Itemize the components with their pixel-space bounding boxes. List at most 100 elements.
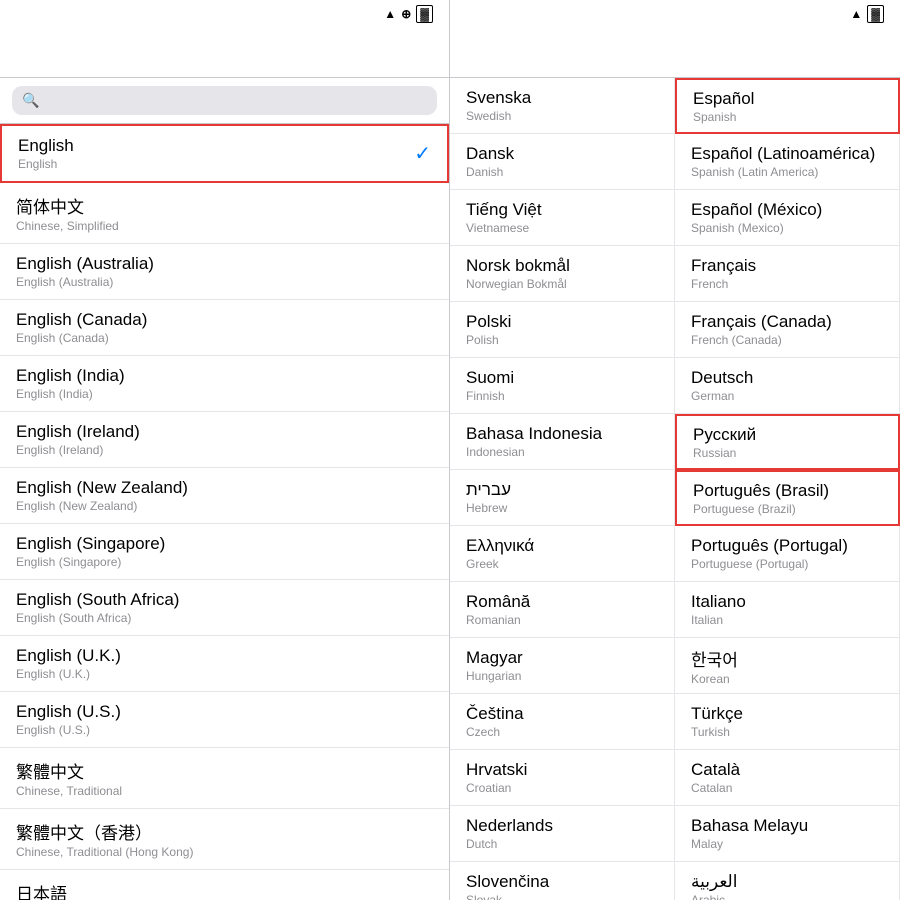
lang-text: English (Ireland) English (Ireland) <box>16 422 140 457</box>
list-item[interactable]: Español (México) Spanish (Mexico) <box>675 190 900 246</box>
status-icons-right: ▲ ▓ <box>850 5 884 23</box>
lang-sub: Finnish <box>466 389 514 403</box>
lang-name: Català <box>691 760 740 780</box>
list-item[interactable]: Bahasa Melayu Malay <box>675 806 900 862</box>
list-item[interactable]: Slovenčina Slovak <box>450 862 675 900</box>
list-item[interactable]: Türkçe Turkish <box>675 694 900 750</box>
list-item[interactable]: Nederlands Dutch <box>450 806 675 862</box>
language-list-right: Svenska Swedish Español Spanish Dansk Da… <box>450 78 900 900</box>
lang-text: Tiếng Việt Vietnamese <box>466 200 542 235</box>
list-item[interactable]: Français (Canada) French (Canada) <box>675 302 900 358</box>
lang-name: Português (Portugal) <box>691 536 848 556</box>
list-item[interactable]: Tiếng Việt Vietnamese <box>450 190 675 246</box>
list-item[interactable]: Hrvatski Croatian <box>450 750 675 806</box>
lock-icon: ⊕ <box>401 7 411 21</box>
lang-text: English (Singapore) English (Singapore) <box>16 534 165 569</box>
lang-text: English (Australia) English (Australia) <box>16 254 154 289</box>
list-item[interactable]: Polski Polish <box>450 302 675 358</box>
list-item[interactable]: 繁體中文 Chinese, Traditional <box>0 748 449 809</box>
list-item[interactable]: Italiano Italian <box>675 582 900 638</box>
list-item[interactable]: Русский Russian <box>675 414 900 470</box>
list-item[interactable]: Català Catalan <box>675 750 900 806</box>
search-box[interactable]: 🔍 <box>12 86 437 115</box>
lang-name: Español (Latinoamérica) <box>691 144 875 164</box>
lang-sub: English (Canada) <box>16 331 147 345</box>
lang-text: 日本語 Japanese <box>16 880 68 900</box>
list-item[interactable]: עברית Hebrew <box>450 470 675 526</box>
lang-name: Deutsch <box>691 368 753 388</box>
lang-sub: Malay <box>691 837 808 851</box>
list-item[interactable]: Română Romanian <box>450 582 675 638</box>
list-item[interactable]: English (U.S.) English (U.S.) <box>0 692 449 748</box>
lang-text: Bahasa Indonesia Indonesian <box>466 424 602 459</box>
list-item[interactable]: Svenska Swedish <box>450 78 675 134</box>
list-item[interactable]: Español Spanish <box>675 78 900 134</box>
list-item[interactable]: Suomi Finnish <box>450 358 675 414</box>
list-item[interactable]: 日本語 Japanese <box>0 870 449 900</box>
lang-sub: Hungarian <box>466 669 523 683</box>
lang-text: Español (México) Spanish (Mexico) <box>691 200 822 235</box>
lang-text: Bahasa Melayu Malay <box>691 816 808 851</box>
lang-text: English English <box>18 136 74 171</box>
lang-sub: Greek <box>466 557 534 571</box>
list-item[interactable]: Deutsch German <box>675 358 900 414</box>
lang-name: Español (México) <box>691 200 822 220</box>
list-item[interactable]: Español (Latinoamérica) Spanish (Latin A… <box>675 134 900 190</box>
lang-text: Português (Brasil) Portuguese (Brazil) <box>693 481 829 516</box>
list-item[interactable]: Português (Brasil) Portuguese (Brazil) <box>675 470 900 526</box>
lang-text: Español Spanish <box>693 89 754 124</box>
lang-text: English (India) English (India) <box>16 366 125 401</box>
list-item[interactable]: Magyar Hungarian <box>450 638 675 694</box>
list-item[interactable]: Bahasa Indonesia Indonesian <box>450 414 675 470</box>
lang-sub: Czech <box>466 725 524 739</box>
list-item[interactable]: Čeština Czech <box>450 694 675 750</box>
lang-name: Svenska <box>466 88 531 108</box>
lang-sub: Arabic <box>691 893 737 900</box>
lang-name: English (U.S.) <box>16 702 121 722</box>
lang-sub: Indonesian <box>466 445 602 459</box>
list-item[interactable]: 한국어 Korean <box>675 638 900 694</box>
battery-icon-right: ▓ <box>867 5 884 23</box>
list-item[interactable]: English (Canada) English (Canada) <box>0 300 449 356</box>
lang-sub: Romanian <box>466 613 530 627</box>
list-item[interactable]: English (New Zealand) English (New Zeala… <box>0 468 449 524</box>
lang-name: Français (Canada) <box>691 312 832 332</box>
lang-sub: English (Ireland) <box>16 443 140 457</box>
list-item[interactable]: English (India) English (India) <box>0 356 449 412</box>
list-item[interactable]: English (U.K.) English (U.K.) <box>0 636 449 692</box>
lang-text: English (U.S.) English (U.S.) <box>16 702 121 737</box>
lang-name: עברית <box>466 480 511 500</box>
list-item[interactable]: 繁體中文（香港） Chinese, Traditional (Hong Kong… <box>0 809 449 870</box>
left-panel: ▲ ⊕ ▓ 🔍 English English ✓ 简体中文 Chinese, … <box>0 0 450 900</box>
status-bar-right: ▲ ▓ <box>450 0 900 28</box>
checkmark-icon: ✓ <box>414 141 431 166</box>
lang-text: Ελληνικά Greek <box>466 536 534 571</box>
list-item[interactable]: Français French <box>675 246 900 302</box>
list-item[interactable]: Dansk Danish <box>450 134 675 190</box>
list-item[interactable]: Português (Portugal) Portuguese (Portuga… <box>675 526 900 582</box>
lang-sub: Swedish <box>466 109 531 123</box>
list-item[interactable]: العربية Arabic <box>675 862 900 900</box>
list-item[interactable]: English (Australia) English (Australia) <box>0 244 449 300</box>
lang-name: Türkçe <box>691 704 743 724</box>
nav-bar-left <box>0 28 449 78</box>
list-item[interactable]: Norsk bokmål Norwegian Bokmål <box>450 246 675 302</box>
list-item[interactable]: English (Ireland) English (Ireland) <box>0 412 449 468</box>
list-item[interactable]: English (South Africa) English (South Af… <box>0 580 449 636</box>
lang-text: Suomi Finnish <box>466 368 514 403</box>
lang-name: 日本語 <box>16 880 68 900</box>
lang-sub: German <box>691 389 753 403</box>
lang-text: Română Romanian <box>466 592 530 627</box>
lang-text: Svenska Swedish <box>466 88 531 123</box>
lang-text: Slovenčina Slovak <box>466 872 549 900</box>
search-container: 🔍 <box>0 78 449 124</box>
lang-name: Русский <box>693 425 756 445</box>
lang-name: Tiếng Việt <box>466 200 542 220</box>
lang-text: Deutsch German <box>691 368 753 403</box>
list-item[interactable]: English English ✓ <box>0 124 449 183</box>
list-item[interactable]: 简体中文 Chinese, Simplified <box>0 183 449 244</box>
list-item[interactable]: Ελληνικά Greek <box>450 526 675 582</box>
lang-name: العربية <box>691 872 737 892</box>
lang-text: English (U.K.) English (U.K.) <box>16 646 121 681</box>
list-item[interactable]: English (Singapore) English (Singapore) <box>0 524 449 580</box>
